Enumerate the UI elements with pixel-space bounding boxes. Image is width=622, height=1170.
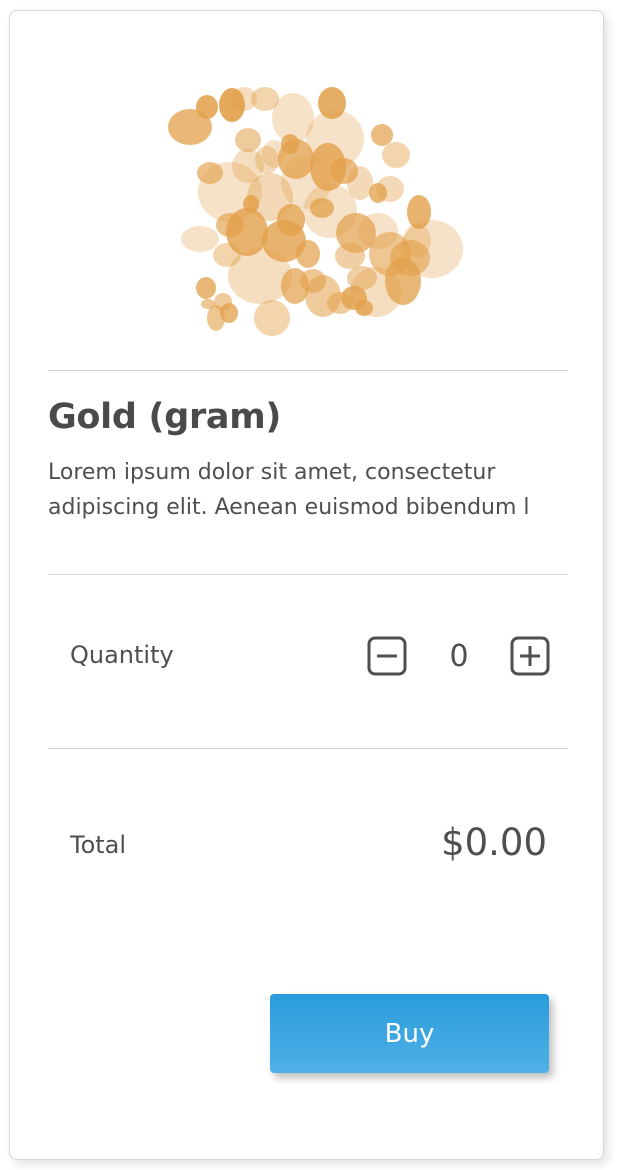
buy-button[interactable]: Buy (270, 994, 549, 1073)
description-line: adipiscing elit. Aenean euismod bibendum… (48, 495, 530, 520)
gold-nugget (371, 124, 393, 146)
gold-nugget (235, 128, 261, 152)
quantity-label: Quantity (70, 641, 174, 669)
gold-nugget (197, 162, 223, 184)
gold-nugget (201, 299, 215, 309)
gold-nugget (310, 198, 334, 218)
gold-nugget (254, 300, 290, 336)
gold-nugget (216, 213, 244, 237)
gold-nugget (196, 95, 218, 119)
gold-nugget (310, 143, 346, 191)
gold-nugget (347, 266, 377, 290)
gold-nugget (296, 240, 320, 268)
divider (48, 574, 568, 575)
gold-nugget (376, 176, 404, 202)
total-label: Total (70, 831, 127, 859)
gold-nugget (355, 300, 373, 316)
gold-nugget (196, 277, 216, 299)
product-description: Lorem ipsum dolor sit amet, consectetur … (48, 455, 568, 535)
gold-nugget (228, 248, 292, 304)
gold-nugget (220, 303, 238, 323)
gold-nugget (181, 226, 219, 252)
gold-nugget (327, 292, 353, 314)
minus-box-icon[interactable] (367, 636, 407, 676)
product-card: Gold (gram) Lorem ipsum dolor sit amet, … (9, 10, 604, 1160)
product-title: Gold (gram) (48, 397, 282, 437)
gold-nugget (390, 240, 430, 276)
gold-nugget (382, 142, 410, 168)
gold-nugget (336, 213, 376, 253)
total-value: $0.00 (441, 821, 547, 864)
divider (48, 370, 568, 371)
gold-nugget (278, 139, 314, 179)
divider (48, 748, 568, 749)
description-line: Lorem ipsum dolor sit amet, consectetur (48, 460, 496, 485)
quantity-value: 0 (449, 639, 469, 674)
plus-box-icon[interactable] (510, 636, 550, 676)
gold-nuggets-image (168, 87, 463, 336)
